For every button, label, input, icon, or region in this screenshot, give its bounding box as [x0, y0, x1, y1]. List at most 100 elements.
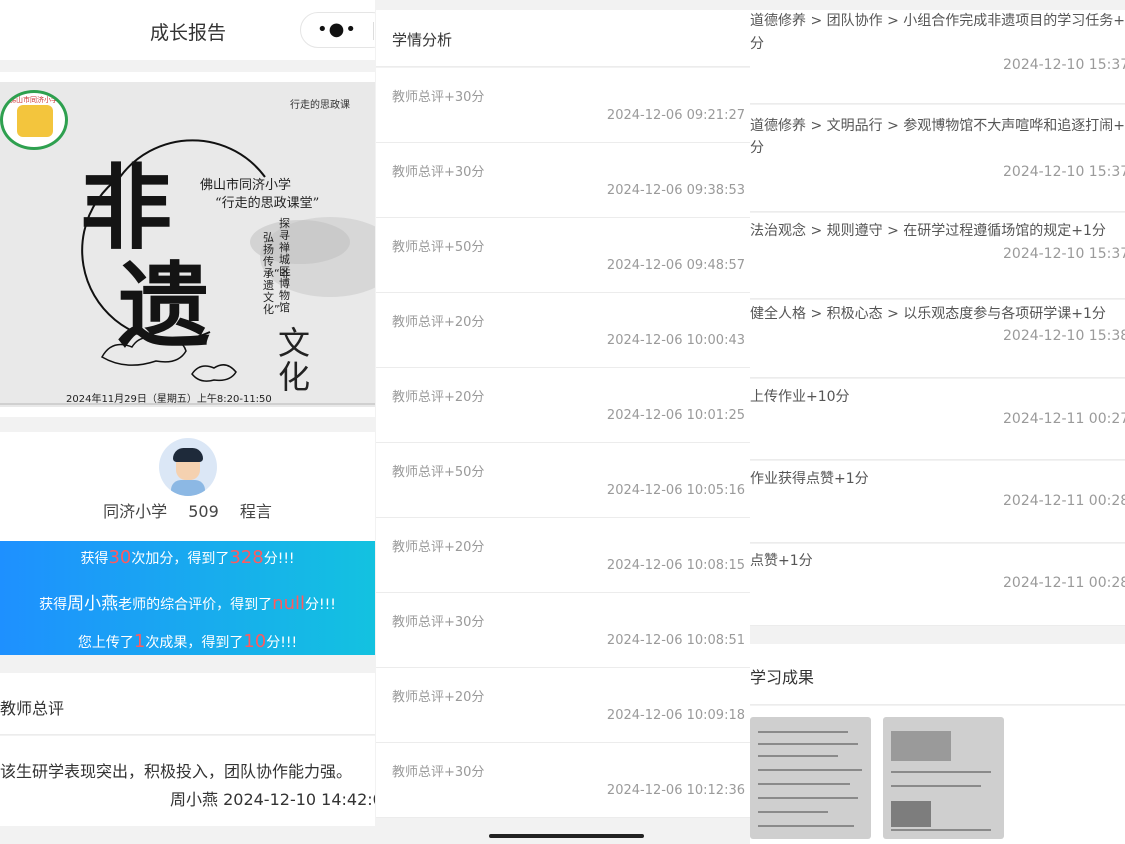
record-time: 2024-12-06 10:12:36 — [606, 783, 745, 798]
achievement-gallery — [750, 706, 1125, 844]
evaluation-time: 2024-12-10 15:38: — [1003, 328, 1125, 344]
evaluation-row: 法治观念 > 规则遵守 > 在研学过程遵循场馆的规定+1分 2024-12-10 … — [750, 213, 1125, 299]
score-record-row: 教师总评+20分 2024-12-06 10:09:18 — [376, 668, 750, 743]
record-label: 教师总评+20分 — [392, 315, 485, 330]
home-indicator[interactable] — [489, 834, 644, 838]
evaluation-text-wrap: 分 — [750, 36, 764, 52]
teacher-review-body: 该生研学表现突出，积极投入，团队协作能力强。 周小燕 2024-12-10 14… — [0, 736, 375, 826]
mini-program-capsule[interactable]: •●• — [300, 12, 375, 48]
record-label: 教师总评+50分 — [392, 240, 485, 255]
evaluation-time: 2024-12-10 15:37:4 — [1003, 164, 1125, 180]
evaluation-time: 2024-12-10 15:37:3 — [1003, 57, 1125, 73]
record-time: 2024-12-06 10:08:15 — [606, 558, 745, 573]
evaluation-text: 道德修养 > 文明品行 > 参观博物馆不大声喧哗和追逐打闹+ — [750, 118, 1125, 134]
record-time: 2024-12-06 10:08:51 — [606, 633, 745, 648]
record-time: 2024-12-06 10:09:18 — [606, 708, 745, 723]
record-label: 教师总评+30分 — [392, 90, 485, 105]
achievements-header: 学习成果 — [750, 644, 1125, 705]
score-record-row: 教师总评+20分 2024-12-06 10:01:25 — [376, 368, 750, 443]
record-label: 教师总评+30分 — [392, 165, 485, 180]
banner-school: 佛山市同济小学 — [200, 178, 292, 193]
evaluation-time: 2024-12-11 00:28:2 — [1003, 493, 1125, 509]
bonus-score: 328 — [229, 547, 264, 568]
student-profile: 同济小学 509 程言 — [0, 432, 375, 542]
evaluation-text: 点赞+1分 — [750, 553, 813, 569]
banner-big-char-2: 遗 — [118, 252, 211, 360]
bonus-count: 30 — [108, 547, 132, 568]
capsule-divider — [373, 22, 374, 40]
evaluation-time: 2024-12-11 00:28:2 — [1003, 575, 1125, 591]
record-label: 教师总评+50分 — [392, 465, 485, 480]
evaluation-text: 道德修养 > 团队协作 > 小组合作完成非遗项目的学习任务+ — [750, 13, 1125, 29]
evaluation-row: 上传作业+10分 2024-12-11 00:27: — [750, 379, 1125, 460]
banner-course: “行走的思政课堂” — [215, 196, 320, 211]
evaluation-text-wrap: 分 — [750, 140, 764, 156]
banner-vertical-text-2: 弘扬传承“非遗文化” — [263, 231, 291, 316]
banner-tag: 行走的思政课 — [290, 100, 350, 111]
teacher-review-header: 教师总评 — [0, 673, 375, 735]
stat-uploads: 您上传了1次成果，得到了10分!!! — [77, 631, 298, 652]
evaluation-row: 点赞+1分 2024-12-11 00:28:2 — [750, 544, 1125, 626]
record-time: 2024-12-06 09:48:57 — [606, 258, 745, 273]
score-record-row: 教师总评+30分 2024-12-06 09:38:53 — [376, 143, 750, 218]
score-summary: 获得30次加分，得到了328分!!! 获得周小燕老师的综合评价，得到了null分… — [0, 541, 375, 655]
record-label: 教师总评+20分 — [392, 390, 485, 405]
record-label: 教师总评+30分 — [392, 765, 485, 780]
avatar — [159, 438, 217, 496]
score-record-row: 教师总评+30分 2024-12-06 09:21:27 — [376, 68, 750, 143]
record-label: 教师总评+20分 — [392, 690, 485, 705]
evaluation-text: 上传作业+10分 — [750, 389, 850, 405]
score-record-row: 教师总评+50分 2024-12-06 10:05:16 — [376, 443, 750, 518]
page-title: 成长报告 — [150, 22, 227, 44]
score-record-row: 教师总评+20分 2024-12-06 10:00:43 — [376, 293, 750, 368]
banner-card: 佛山市同济小学 行走的思政课 非 遗 佛山市同济小学 “行走的思政课堂” 探寻禅… — [0, 72, 375, 417]
event-banner-image: 佛山市同济小学 行走的思政课 非 遗 佛山市同济小学 “行走的思政课堂” 探寻禅… — [0, 82, 375, 407]
student-class: 509 — [188, 502, 219, 521]
score-record-row: 教师总评+50分 2024-12-06 09:48:57 — [376, 218, 750, 293]
growth-report-panel: 成长报告 •●• 佛山市同济小学 行走的思政课 非 遗 佛山市同济小学 “行走的… — [0, 0, 375, 844]
nav-bar: 成长报告 •●• — [0, 0, 375, 60]
achievement-thumbnail[interactable] — [750, 717, 871, 839]
student-name: 程言 — [239, 502, 272, 521]
teacher-review-title: 教师总评 — [0, 699, 65, 718]
eval-score: null — [272, 593, 305, 614]
analysis-header: 学情分析 — [376, 10, 750, 67]
upload-count: 1 — [133, 631, 146, 652]
teacher-signature: 周小燕 2024-12-10 14:42:0 — [170, 790, 375, 809]
evaluation-time: 2024-12-11 00:27: — [1003, 411, 1125, 427]
record-time: 2024-12-06 10:01:25 — [606, 408, 745, 423]
analysis-title: 学情分析 — [392, 31, 453, 49]
banner-char-hua: 化 — [278, 358, 311, 396]
evaluation-time: 2024-12-10 15:37:5 — [1003, 246, 1125, 262]
record-time: 2024-12-06 10:00:43 — [606, 333, 745, 348]
score-record-row: 教师总评+30分 2024-12-06 10:08:51 — [376, 593, 750, 668]
evaluation-text: 健全人格 > 积极心态 > 以乐观态度参与各项研学课+1分 — [750, 306, 1106, 322]
banner-date: 2024年11月29日（星期五）上午8:20-11:50 — [66, 394, 272, 405]
evaluation-text: 作业获得点赞+1分 — [750, 471, 869, 487]
record-time: 2024-12-06 10:05:16 — [606, 483, 745, 498]
achievements-title: 学习成果 — [750, 668, 815, 687]
stat-bonus: 获得30次加分，得到了328分!!! — [80, 547, 295, 568]
record-time: 2024-12-06 09:38:53 — [606, 183, 745, 198]
record-label: 教师总评+30分 — [392, 615, 485, 630]
evaluation-panel: 道德修养 > 团队协作 > 小组合作完成非遗项目的学习任务+ 分 2024-12-1… — [750, 0, 1125, 844]
teacher-name: 周小燕 — [67, 594, 119, 614]
score-record-row: 教师总评+20分 2024-12-06 10:08:15 — [376, 518, 750, 593]
screen-collage: 成长报告 •●• 佛山市同济小学 行走的思政课 非 遗 佛山市同济小学 “行走的… — [0, 0, 1125, 844]
evaluation-row: 道德修养 > 文明品行 > 参观博物馆不大声喧哗和追逐打闹+ 分 2024-12-1… — [750, 105, 1125, 212]
evaluation-text: 法治观念 > 规则遵守 > 在研学过程遵循场馆的规定+1分 — [750, 223, 1106, 239]
achievement-thumbnail[interactable] — [883, 717, 1004, 839]
student-info: 同济小学 509 程言 — [0, 498, 375, 522]
student-school: 同济小学 — [103, 502, 168, 521]
teacher-comment: 该生研学表现突出，积极投入，团队协作能力强。 — [0, 762, 353, 781]
logo-emblem — [17, 105, 53, 137]
record-label: 教师总评+20分 — [392, 540, 485, 555]
analysis-panel: 学情分析 教师总评+30分 2024-12-06 09:21:27 教师总评+30分… — [376, 0, 750, 844]
evaluation-row: 道德修养 > 团队协作 > 小组合作完成非遗项目的学习任务+ 分 2024-12-1… — [750, 10, 1125, 104]
upload-score: 10 — [243, 631, 267, 652]
stat-teacher-eval: 获得周小燕老师的综合评价，得到了null分!!! — [39, 593, 336, 614]
score-record-row: 教师总评+30分 2024-12-06 10:12:36 — [376, 743, 750, 818]
record-time: 2024-12-06 09:21:27 — [606, 108, 745, 123]
evaluation-row: 健全人格 > 积极心态 > 以乐观态度参与各项研学课+1分 2024-12-10 … — [750, 300, 1125, 378]
more-icon[interactable]: •●• — [317, 19, 357, 40]
